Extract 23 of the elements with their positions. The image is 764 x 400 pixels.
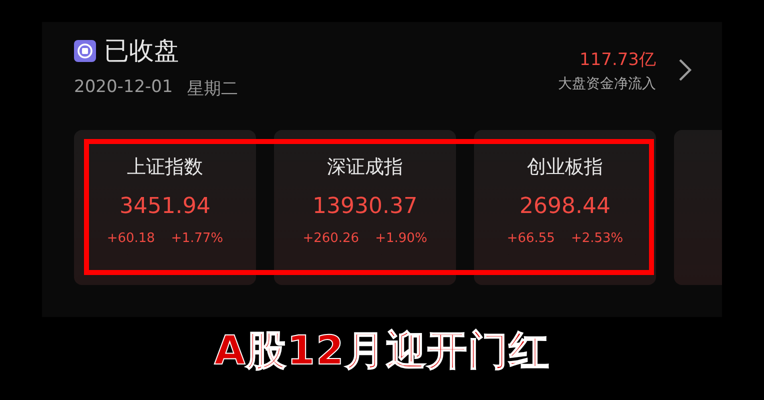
index-value: 2698.44 [520, 194, 610, 219]
net-inflow-label: 大盘资金净流入 [558, 74, 656, 92]
index-name: 深证成指 [327, 155, 403, 180]
index-card[interactable]: 创业板指 2698.44 +66.55 +2.53% [474, 130, 656, 285]
stop-icon [74, 40, 96, 62]
index-name: 创业板指 [527, 155, 603, 180]
index-change: +60.18 [106, 231, 155, 246]
net-inflow-value: 117.73亿 [580, 48, 656, 70]
index-change: +260.26 [302, 231, 360, 246]
index-value: 3451.94 [120, 194, 210, 219]
index-card[interactable]: 上证指数 3451.94 +60.18 +1.77% [74, 130, 256, 285]
index-name: 上证指数 [127, 155, 203, 180]
index-percent: +2.53% [570, 231, 624, 246]
index-change: +66.55 [506, 231, 555, 246]
video-caption: A股12月迎开门红 [214, 327, 550, 376]
index-value: 13930.37 [312, 194, 418, 219]
index-card[interactable]: 深证成指 13930.37 +260.26 +1.90% [274, 130, 456, 285]
index-percent: +1.90% [375, 231, 428, 246]
weekday-text: 星期二 [186, 78, 238, 100]
index-percent: +1.77% [170, 231, 224, 246]
chevron-right-icon[interactable] [678, 58, 692, 82]
market-status: 已收盘 [104, 35, 179, 67]
date-text: 2020-12-01 [74, 77, 173, 99]
